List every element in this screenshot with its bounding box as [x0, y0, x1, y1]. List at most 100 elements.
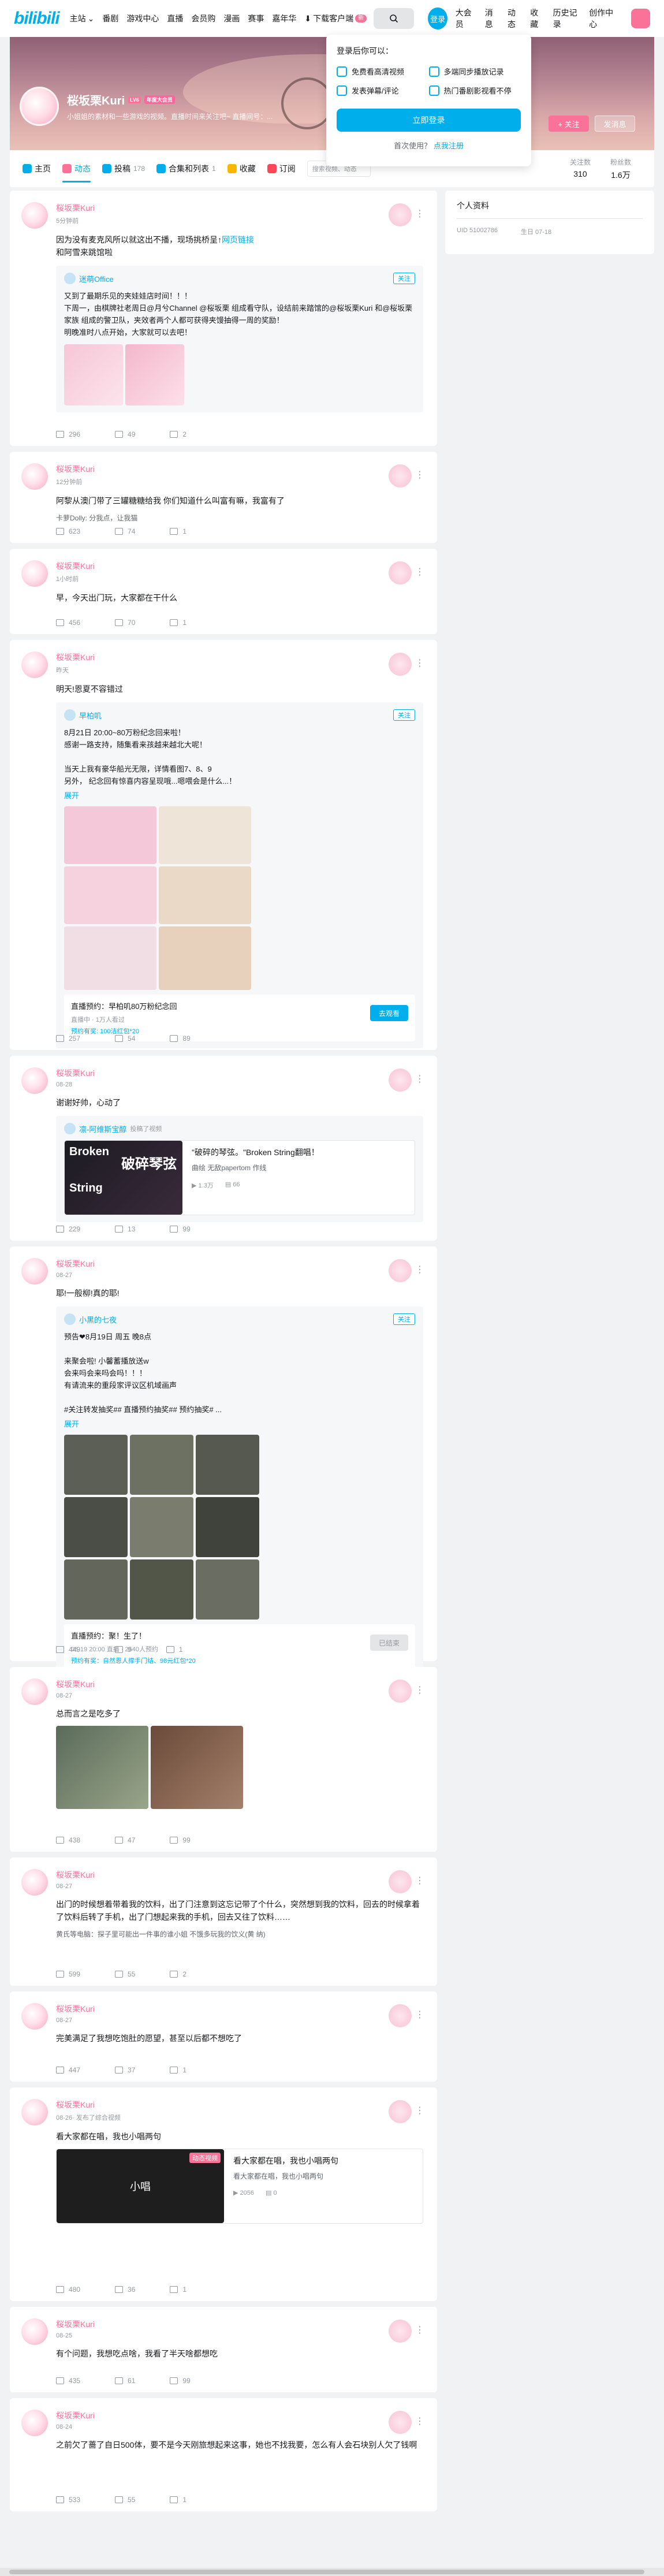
- more-menu-icon[interactable]: ⋮: [415, 1684, 424, 1696]
- nav-item[interactable]: 漫画: [223, 13, 240, 24]
- nav-item[interactable]: 嘉年华: [272, 13, 296, 24]
- more-menu-icon[interactable]: ⋮: [415, 1073, 424, 1085]
- more-menu-icon[interactable]: ⋮: [415, 2324, 424, 2336]
- post-image[interactable]: [196, 1559, 259, 1620]
- nav-right-item[interactable]: 动态: [508, 7, 521, 30]
- avatar[interactable]: [21, 2410, 48, 2436]
- follow-button[interactable]: 关注: [393, 273, 415, 284]
- forwarded-author[interactable]: 早柏叽: [64, 709, 415, 721]
- avatar[interactable]: [21, 652, 48, 678]
- like-button[interactable]: 1: [166, 1646, 182, 1654]
- nav-item[interactable]: 游戏中心: [126, 13, 159, 24]
- more-menu-icon[interactable]: ⋮: [415, 2105, 424, 2116]
- avatar[interactable]: [21, 2099, 48, 2125]
- post-author[interactable]: 桜坂栗Kuri: [56, 2099, 423, 2110]
- post-image[interactable]: [196, 1497, 259, 1557]
- like-button[interactable]: 1: [170, 2285, 186, 2294]
- post-image[interactable]: [56, 1726, 148, 1809]
- avatar[interactable]: [21, 560, 48, 587]
- comment-button[interactable]: 36: [115, 2285, 135, 2294]
- bilibili-logo[interactable]: bilibili: [14, 9, 60, 28]
- more-menu-icon[interactable]: ⋮: [415, 208, 424, 219]
- like-button[interactable]: 2: [170, 1970, 186, 1978]
- post-image[interactable]: [151, 1726, 243, 1809]
- avatar[interactable]: [20, 87, 59, 126]
- nav-right-item[interactable]: 大会员: [456, 7, 476, 30]
- comment-button[interactable]: 55: [115, 2496, 135, 2504]
- forward-button[interactable]: 533: [56, 2496, 80, 2504]
- forwarded-author[interactable]: 凛-阿维斯宝醇 投稿了视频: [64, 1123, 415, 1134]
- post-author[interactable]: 桜坂栗Kuri: [56, 1258, 423, 1270]
- post-image[interactable]: [196, 1435, 259, 1495]
- post-image[interactable]: [159, 926, 251, 990]
- login-avatar-button[interactable]: 登录: [428, 8, 447, 29]
- post-image[interactable]: [64, 344, 123, 405]
- video-card[interactable]: Broken String 破碎琴弦 "破碎的琴弦。"Broken String翻唱！…: [64, 1140, 415, 1215]
- nav-right-item[interactable]: 历史记录: [553, 7, 580, 30]
- post-author[interactable]: 桜坂栗Kuri: [56, 1678, 423, 1690]
- like-button[interactable]: 89: [170, 1034, 191, 1043]
- post-image[interactable]: [64, 1435, 128, 1495]
- forwarded-post[interactable]: 迷萌Office 关注 又到了最期乐见的夹娃娃店时间！！！ 下周一，由棋牌社老周日@…: [56, 266, 423, 412]
- follow-button[interactable]: 关注: [393, 1313, 415, 1325]
- scrollbar-thumb[interactable]: [9, 2570, 644, 2574]
- follow-button[interactable]: 关注: [393, 709, 415, 721]
- search-button[interactable]: [374, 8, 415, 29]
- video-title[interactable]: 看大家都在唱，我也小唱两句: [233, 2155, 413, 2166]
- forward-button[interactable]: 447: [56, 2066, 80, 2074]
- forwarded-post[interactable]: 小黑的七夜 关注 预告❤8月19日 周五 晚8点 来聚会啦! 小馨蓄播放送w 会来吗…: [56, 1306, 423, 1678]
- comment-button[interactable]: 70: [115, 619, 135, 627]
- post-author[interactable]: 桜坂栗Kuri: [56, 1067, 423, 1079]
- post-image[interactable]: [64, 866, 156, 924]
- more-menu-icon[interactable]: ⋮: [415, 2415, 424, 2427]
- tab-item[interactable]: 收藏: [227, 150, 256, 187]
- forward-button[interactable]: 456: [56, 619, 80, 627]
- post-image[interactable]: [130, 1497, 193, 1557]
- expand-link[interactable]: 展开: [64, 790, 415, 801]
- more-menu-icon[interactable]: ⋮: [415, 566, 424, 578]
- like-button[interactable]: 99: [170, 2377, 191, 2385]
- message-button[interactable]: 发消息: [595, 116, 635, 132]
- video-title[interactable]: "破碎的琴弦。"Broken String翻唱！: [192, 1146, 405, 1158]
- post-author[interactable]: 桜坂栗Kuri: [56, 202, 423, 214]
- forwarded-post[interactable]: 凛-阿维斯宝醇 投稿了视频 Broken String 破碎琴弦 "破碎的琴弦。"Brok…: [56, 1116, 423, 1222]
- avatar[interactable]: [21, 1067, 48, 1094]
- avatar[interactable]: [21, 1258, 48, 1285]
- comment-button[interactable]: 54: [115, 1034, 135, 1043]
- forward-button[interactable]: 229: [56, 1225, 80, 1233]
- comment-button[interactable]: 61: [115, 2377, 135, 2385]
- post-author[interactable]: 桜坂栗Kuri: [56, 2003, 423, 2015]
- post-author[interactable]: 桜坂栗Kuri: [56, 560, 423, 572]
- tab-item[interactable]: 动态: [62, 150, 91, 187]
- nav-item[interactable]: 赛事: [248, 13, 264, 24]
- tab-item[interactable]: 主页: [23, 150, 51, 187]
- forwarded-post[interactable]: 早柏叽 关注 8月21日 20:00~80万粉纪念回来啦！ 感谢一路支持，随集看来孩…: [56, 702, 423, 1048]
- nav-item[interactable]: 主站 ⌄: [70, 13, 95, 24]
- forward-button[interactable]: 599: [56, 1970, 80, 1978]
- follow-button[interactable]: + 关注: [549, 116, 589, 132]
- more-menu-icon[interactable]: ⋮: [415, 657, 424, 669]
- tab-item[interactable]: 合集和列表 1: [156, 150, 216, 187]
- post-image[interactable]: [125, 344, 184, 405]
- more-menu-icon[interactable]: ⋮: [415, 1875, 424, 1886]
- register-link[interactable]: 点我注册: [434, 142, 464, 150]
- comment-button[interactable]: 74: [115, 527, 135, 535]
- like-button[interactable]: 2: [170, 430, 186, 438]
- nav-right-item[interactable]: 收藏: [530, 7, 543, 30]
- upload-button[interactable]: [631, 9, 651, 28]
- forward-button[interactable]: 623: [56, 527, 80, 535]
- profile-name[interactable]: 桜坂栗Kuri: [67, 91, 125, 108]
- video-thumbnail[interactable]: 小唱 动态视频: [57, 2149, 224, 2223]
- avatar[interactable]: [21, 202, 48, 229]
- post-image[interactable]: [159, 866, 251, 924]
- video-card[interactable]: 小唱 动态视频 看大家都在唱，我也小唱两句 看大家都在唱，我也小唱两句 ▶ 2056 ▤ …: [56, 2149, 423, 2224]
- tab-item[interactable]: 订阅: [267, 150, 296, 187]
- post-image[interactable]: [64, 806, 156, 864]
- comment-button[interactable]: 49: [115, 430, 135, 438]
- stat-item[interactable]: 关注数 310: [570, 157, 591, 181]
- forwarded-author[interactable]: 迷萌Office: [64, 273, 415, 284]
- post-author[interactable]: 桜坂栗Kuri: [56, 652, 423, 663]
- forward-button[interactable]: 449: [56, 1646, 80, 1654]
- more-menu-icon[interactable]: ⋮: [415, 469, 424, 481]
- nav-item[interactable]: 会员购: [191, 13, 215, 24]
